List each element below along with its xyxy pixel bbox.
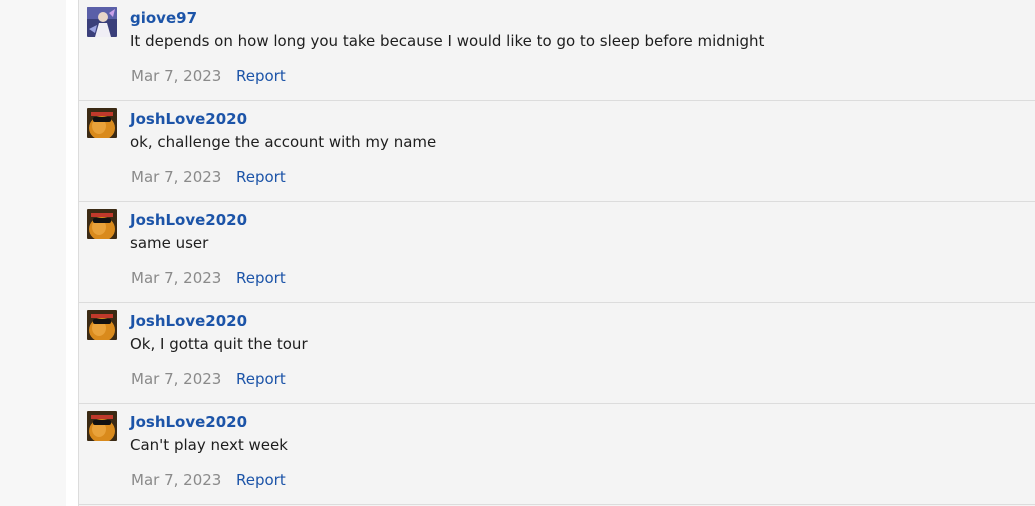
joshlove2020-avatar-icon xyxy=(87,411,117,441)
joshlove2020-avatar-icon xyxy=(87,108,117,138)
comment-item: JoshLove2020 ok, challenge the account w… xyxy=(79,101,1035,202)
comment-username[interactable]: JoshLove2020 xyxy=(130,312,247,330)
user-avatar[interactable] xyxy=(87,108,117,138)
giove97-avatar-icon xyxy=(87,7,117,37)
comment-username[interactable]: JoshLove2020 xyxy=(130,110,247,128)
comment-text: It depends on how long you take because … xyxy=(130,32,765,50)
report-link[interactable]: Report xyxy=(236,168,286,186)
joshlove2020-avatar-icon xyxy=(87,209,117,239)
user-avatar[interactable] xyxy=(87,209,117,239)
comment-date: Mar 7, 2023 xyxy=(131,269,222,287)
joshlove2020-avatar-icon xyxy=(87,310,117,340)
report-link[interactable]: Report xyxy=(236,269,286,287)
comment-text: Can't play next week xyxy=(130,436,288,454)
comment-username[interactable]: giove97 xyxy=(130,9,197,27)
comment-item: JoshLove2020 Can't play next week Mar 7,… xyxy=(79,404,1035,505)
comment-date: Mar 7, 2023 xyxy=(131,67,222,85)
report-link[interactable]: Report xyxy=(236,67,286,85)
comment-item: JoshLove2020 Ok, I gotta quit the tour M… xyxy=(79,303,1035,404)
comment-item: JoshLove2020 same user Mar 7, 2023 Repor… xyxy=(79,202,1035,303)
comment-date: Mar 7, 2023 xyxy=(131,471,222,489)
comment-text: same user xyxy=(130,234,209,252)
gutter-gap xyxy=(66,0,78,506)
user-avatar[interactable] xyxy=(87,310,117,340)
user-avatar[interactable] xyxy=(87,411,117,441)
report-link[interactable]: Report xyxy=(236,471,286,489)
comment-item: giove97 It depends on how long you take … xyxy=(79,0,1035,101)
comment-date: Mar 7, 2023 xyxy=(131,370,222,388)
comment-date: Mar 7, 2023 xyxy=(131,168,222,186)
comment-username[interactable]: JoshLove2020 xyxy=(130,211,247,229)
report-link[interactable]: Report xyxy=(236,370,286,388)
comment-thread: giove97 It depends on how long you take … xyxy=(78,0,1035,506)
comment-text: Ok, I gotta quit the tour xyxy=(130,335,308,353)
comment-username[interactable]: JoshLove2020 xyxy=(130,413,247,431)
comment-text: ok, challenge the account with my name xyxy=(130,133,437,151)
left-gutter xyxy=(0,0,66,506)
user-avatar[interactable] xyxy=(87,7,117,37)
